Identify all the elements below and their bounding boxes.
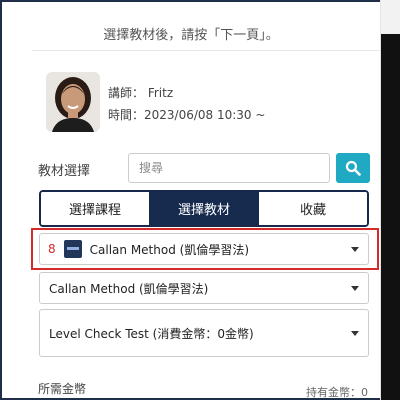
scrollbar[interactable] [380, 0, 400, 400]
tab-favorites[interactable]: 收藏 [258, 192, 367, 225]
material-select[interactable]: 8 Callan Method (凱倫學習法) [39, 233, 369, 265]
held-coins: 持有金幣：0 [306, 386, 368, 398]
chevron-down-icon [351, 286, 359, 291]
divider [32, 50, 380, 51]
required-coins-label: 所需金幣 [38, 382, 87, 396]
chevron-down-icon [351, 247, 359, 252]
material-select-value: Callan Method (凱倫學習法) [89, 242, 249, 257]
tab-select-material[interactable]: 選擇教材 [149, 192, 258, 225]
book-cover-icon [63, 240, 82, 258]
level-select[interactable]: Level Check Test (消費金幣：0金幣) [39, 309, 369, 357]
material-tabs: 選擇課程 選擇教材 收藏 [39, 190, 369, 227]
course-select-value: Callan Method (凱倫學習法) [49, 281, 209, 296]
lesson-panel: 選擇教材後，請按「下一頁」。 講師： Fritz 時間：2023/06/08 1… [2, 2, 380, 398]
tab-select-course[interactable]: 選擇課程 [41, 192, 149, 225]
teacher-name: 講師： Fritz [108, 86, 174, 100]
teacher-avatar [46, 72, 100, 132]
material-number: 8 [48, 242, 56, 256]
teacher-photo-icon [46, 72, 100, 132]
instruction-text: 選擇教材後，請按「下一頁」。 [103, 28, 279, 43]
search-icon [345, 160, 361, 176]
course-select[interactable]: Callan Method (凱倫學習法) [39, 272, 369, 304]
search-button[interactable] [336, 153, 370, 183]
scrollbar-thumb[interactable] [381, 34, 400, 400]
material-label: 教材選擇 [38, 164, 91, 179]
level-select-value: Level Check Test (消費金幣：0金幣) [49, 326, 254, 341]
search-input[interactable] [128, 153, 330, 183]
chevron-down-icon [351, 331, 359, 336]
lesson-time: 時間：2023/06/08 10:30 ~ [108, 108, 266, 122]
